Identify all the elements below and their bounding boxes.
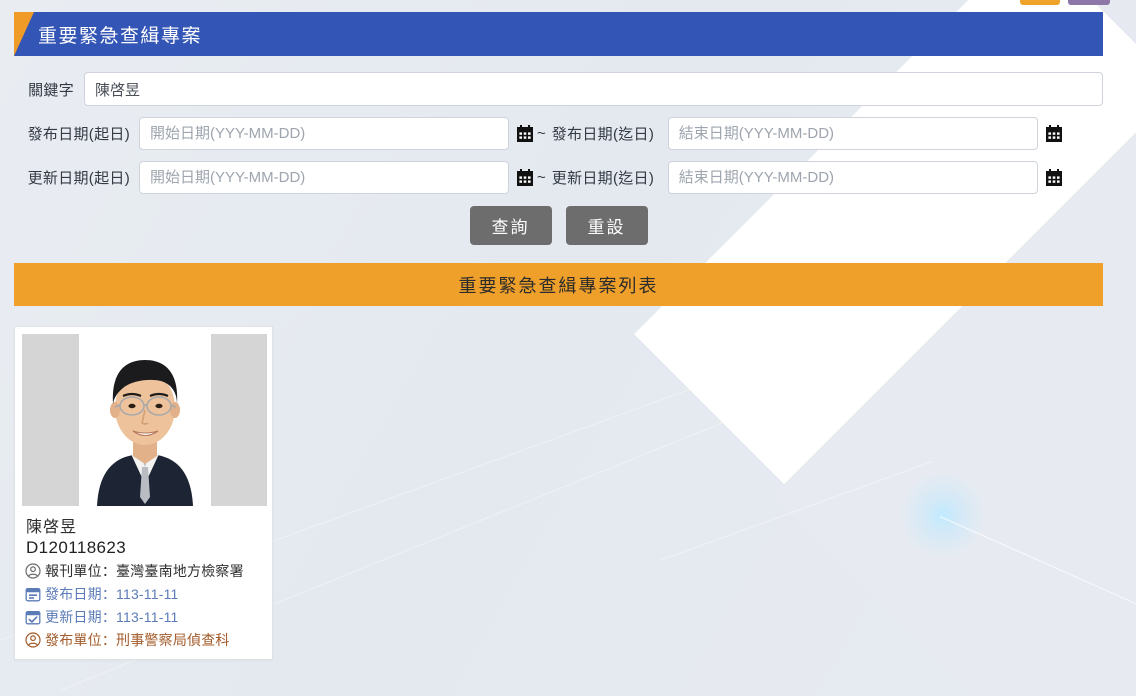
meta-row-publishing-unit: 發布單位 ： 刑事警察局偵查科 xyxy=(25,630,265,650)
publish-date-to-label: 發布日期(迄日) xyxy=(551,126,655,143)
form-row-publish-date: 發布日期(起日) 開始日期(YYY-MM-DD) ~ 發布日期(迄日) 結束日期… xyxy=(14,117,1103,150)
update-date-from-input[interactable] xyxy=(139,161,509,194)
calendar-icon[interactable] xyxy=(515,124,535,144)
update-date-to-calendar-group xyxy=(1044,168,1064,188)
publish-date-from-label: 發布日期(起日) xyxy=(27,126,130,143)
update-date-to-input[interactable] xyxy=(667,161,1038,194)
search-button[interactable]: 查詢 xyxy=(469,206,552,245)
person-circle-icon xyxy=(25,563,41,579)
suspect-name: 陳啓昱 xyxy=(26,519,78,536)
reporting-unit-value: 臺灣臺南地方檢察署 xyxy=(116,563,244,579)
keyword-input[interactable] xyxy=(84,72,1103,106)
suspect-id-number: D120118623 xyxy=(26,538,127,557)
list-title-text: 重要緊急查緝專案列表 xyxy=(458,275,659,296)
publishing-unit-value: 刑事警察局偵查科 xyxy=(116,632,230,648)
keyword-label: 關鍵字 xyxy=(28,81,74,99)
calendar-check-icon xyxy=(25,609,41,625)
calendar-event-icon xyxy=(25,586,41,602)
update-date-label: 更新日期 xyxy=(45,609,102,625)
meta-row-publish-date: 發布日期 ： 113-11-11 xyxy=(25,584,265,604)
person-circle-icon xyxy=(25,632,41,648)
calendar-icon[interactable] xyxy=(1044,124,1064,144)
result-card[interactable]: 陳啓昱 D120118623 報刊單位 ： 臺灣臺南地方檢察署 發布日期 ： 1… xyxy=(14,326,273,660)
publish-date-from-input[interactable] xyxy=(139,117,509,150)
calendar-icon[interactable] xyxy=(1044,168,1064,188)
update-date-separator: ： xyxy=(101,609,117,625)
update-date-value: 113-11-11 xyxy=(116,609,179,625)
list-title-bar: 重要緊急查緝專案列表 xyxy=(14,263,1103,306)
page-container: 重要緊急查緝專案 關鍵字 發布日期(起日) xyxy=(14,12,1103,660)
search-form: 關鍵字 發布日期(起日) xyxy=(14,56,1103,245)
update-date-to-label: 更新日期(迄日) xyxy=(551,170,655,187)
calendar-icon[interactable] xyxy=(515,168,535,188)
meta-row-update-date: 更新日期 ： 113-11-11 xyxy=(25,607,265,627)
publish-date-range-separator: ~ xyxy=(537,125,546,142)
update-date-from-label: 更新日期(起日) xyxy=(27,170,130,187)
publish-date-from-calendar-group: ~ xyxy=(515,124,546,144)
form-button-row: 查詢 重設 xyxy=(14,206,1103,245)
page-title: 重要緊急查緝專案 xyxy=(38,25,203,47)
publish-date-to-calendar-group xyxy=(1044,124,1064,144)
form-row-keyword: 關鍵字 xyxy=(14,72,1103,106)
publishing-unit-separator: ： xyxy=(101,632,117,648)
form-row-update-date: 更新日期(起日) 開始日期(YYY-MM-DD) ~ 更新日期(迄日) 結束日期… xyxy=(14,161,1103,194)
reporting-unit-label: 報刊單位 xyxy=(45,563,102,579)
page-header-bar: 重要緊急查緝專案 xyxy=(14,12,1103,56)
reset-button[interactable]: 重設 xyxy=(565,206,648,245)
meta-row-reporting-unit: 報刊單位 ： 臺灣臺南地方檢察署 xyxy=(25,561,265,581)
publish-date-to-input[interactable] xyxy=(667,117,1038,150)
publishing-unit-label: 發布單位 xyxy=(45,632,102,648)
top-stub-purple[interactable] xyxy=(1068,0,1110,5)
update-date-range-separator: ~ xyxy=(537,169,546,186)
results-container: 陳啓昱 D120118623 報刊單位 ： 臺灣臺南地方檢察署 發布日期 ： 1… xyxy=(14,326,1103,660)
publish-date-value: 113-11-11 xyxy=(116,586,179,602)
update-date-from-calendar-group: ~ xyxy=(515,168,546,188)
top-stub-orange[interactable] xyxy=(1020,0,1060,5)
reporting-unit-separator: ： xyxy=(101,563,117,579)
publish-date-label: 發布日期 xyxy=(45,586,102,602)
header-orange-wedge-icon xyxy=(14,12,34,56)
publish-date-separator: ： xyxy=(101,586,117,602)
suspect-photo xyxy=(22,334,267,506)
